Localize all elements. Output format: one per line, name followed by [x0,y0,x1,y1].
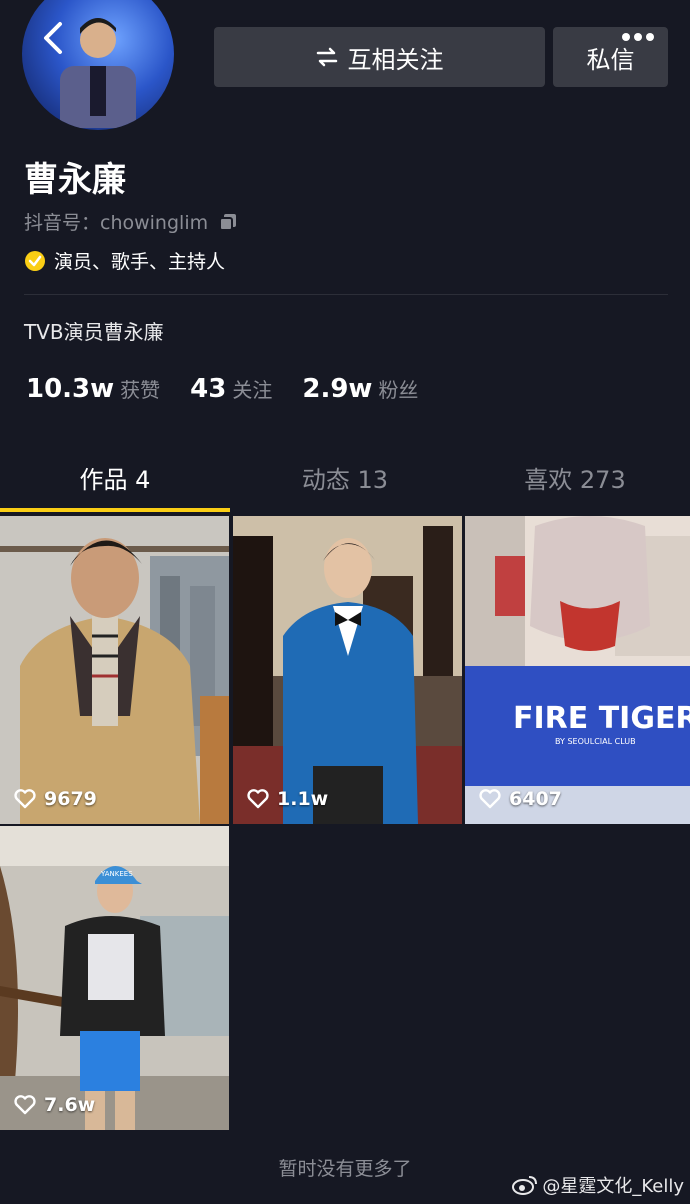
video-thumbnail[interactable]: YANKEES 7.6w [0,826,229,1130]
stat-label: 粉丝 [378,378,419,402]
video-thumbnail-image: FIRE TIGER BY SEOULCIAL CLUB [465,516,690,824]
stat-likes: 10.3w 获赞 [26,374,160,404]
stat-label: 获赞 [120,378,161,402]
video-thumbnail-image: YANKEES [0,826,229,1130]
mutual-follow-button[interactable]: 互相关注 [214,27,545,87]
heart-icon [479,789,501,809]
like-count: 7.6w [14,1094,95,1116]
like-count: 1.1w [247,788,328,810]
like-count-value: 7.6w [44,1094,96,1116]
stat-following[interactable]: 43 关注 [190,374,272,404]
sign-subtext: BY SEOULCIAL CLUB [555,737,636,746]
heart-icon [14,789,36,809]
tab-works[interactable]: 作品 4 [0,456,230,512]
message-label: 私信 [586,45,635,74]
heart-icon [247,789,269,809]
video-thumbnail[interactable]: 1.1w [233,516,462,824]
roles-text: 演员、歌手、主持人 [54,251,226,273]
profile-name: 曹永廉 [24,160,126,200]
watermark: @星霆文化_Kelly [512,1172,684,1198]
avatar-photo [60,18,136,128]
video-thumbnail-image [233,516,462,824]
stats-row: 10.3w 获赞 43 关注 2.9w 粉丝 [26,374,448,404]
watermark-text: @星霆文化_Kelly [542,1176,684,1197]
cap-text: YANKEES [100,870,133,878]
mutual-follow-label: 互相关注 [347,45,444,74]
like-count: 6407 [479,788,562,810]
swap-arrows-icon [316,47,337,67]
weibo-logo-icon [512,1176,538,1195]
verified-badge-icon [25,250,45,271]
stat-label: 关注 [232,378,273,402]
stat-value: 43 [190,374,227,404]
tab-likes[interactable]: 喜欢 273 [460,456,690,512]
video-thumbnail-image [0,516,229,824]
sign-text: FIRE TIGER [513,701,690,736]
like-count-value: 9679 [44,788,97,810]
back-arrow-icon[interactable] [36,18,70,58]
video-thumbnail[interactable]: FIRE TIGER BY SEOULCIAL CLUB 6407 [465,516,690,824]
douyin-id: 抖音号：chowinglim [24,212,209,234]
stat-followers[interactable]: 2.9w 粉丝 [302,374,418,404]
more-options-icon[interactable] [618,30,658,44]
heart-icon [14,1095,36,1115]
stat-value: 10.3w [26,374,115,404]
like-count-value: 1.1w [277,788,329,810]
like-count: 9679 [14,788,97,810]
verified-roles: 演员、歌手、主持人 [24,247,225,274]
douyin-id-row: 抖音号：chowinglim [24,208,238,235]
tab-activity[interactable]: 动态 13 [230,456,460,512]
like-count-value: 6407 [509,788,562,810]
video-thumbnail[interactable]: 9679 [0,516,229,824]
copy-icon[interactable] [218,212,238,232]
stat-value: 2.9w [302,374,373,404]
divider [24,294,668,295]
content-tabs: 作品 4 动态 13 喜欢 273 [0,456,690,512]
bio: TVB演员曹永廉 [24,320,164,344]
